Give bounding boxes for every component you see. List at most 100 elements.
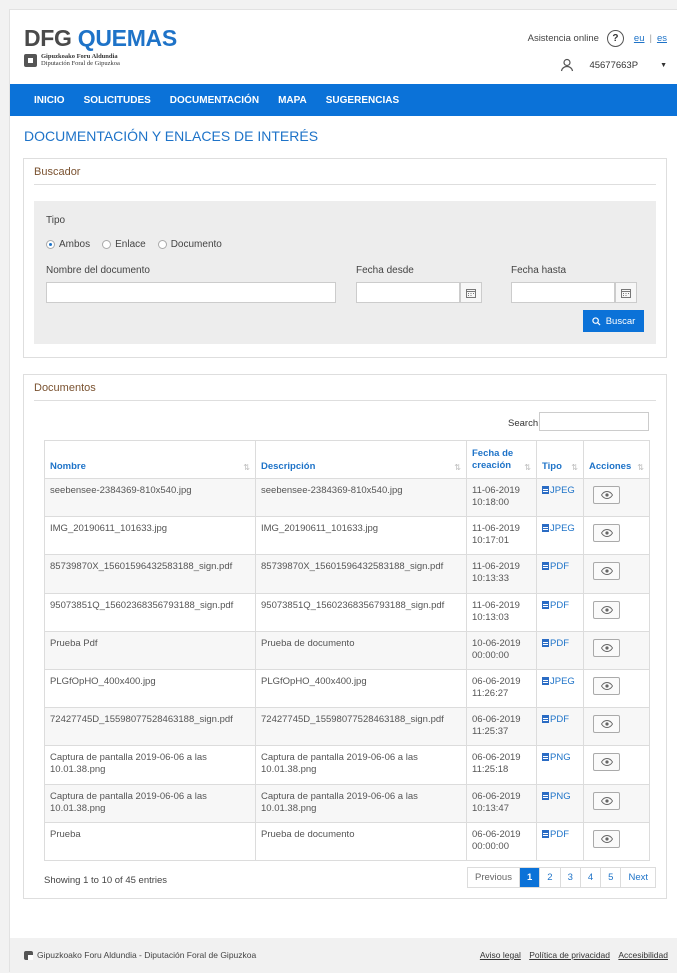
- file-icon: [542, 486, 549, 494]
- footer-org-name: Gipuzkoako Foru Aldundia - Diputación Fo…: [37, 950, 257, 960]
- tipo-radio-group: Ambos Enlace Documento: [46, 239, 234, 250]
- cell-fecha: 10-06-2019 00:00:00: [466, 630, 537, 670]
- calendar-icon[interactable]: [460, 282, 482, 303]
- file-icon: [542, 600, 549, 609]
- table-search-label: Search:: [508, 418, 541, 429]
- radio-enlace[interactable]: Enlace: [102, 239, 146, 250]
- pager-page-4[interactable]: 4: [579, 868, 600, 887]
- cell-fecha: 11-06-2019 10:13:33: [466, 554, 537, 594]
- table-search-input[interactable]: [539, 412, 649, 431]
- aviso-legal-link[interactable]: Aviso legal: [480, 950, 521, 960]
- divider: [34, 184, 656, 185]
- table-row: Prueba Prueba de documento 06-06-2019 00:00…: [44, 821, 650, 861]
- brand-logo[interactable]: DFG QUEMAS Gipuzkoako Foru Aldundia Dipu…: [24, 26, 177, 67]
- fecha-hasta-input[interactable]: [511, 282, 615, 303]
- footer-links: Aviso legal Política de privacidad Acces…: [474, 950, 668, 960]
- accesibilidad-link[interactable]: Accesibilidad: [618, 950, 668, 960]
- cell-tipo: PNG: [536, 783, 584, 823]
- cell-descripcion: 72427745D_15598077528463188_sign.pdf: [255, 707, 467, 747]
- cell-nombre: Captura de pantalla 2019-06-06 a las 10.…: [44, 745, 256, 785]
- cell-descripcion: 85739870X_15601596432583188_sign.pdf: [255, 554, 467, 594]
- eye-icon: [600, 643, 613, 652]
- buscar-button[interactable]: Buscar: [583, 310, 644, 332]
- search-icon: [592, 316, 601, 326]
- radio-unselected-icon[interactable]: [157, 240, 167, 249]
- brand-name: QUEMAS: [77, 25, 177, 51]
- table-row: PLGfOpHO_400x400.jpg PLGfOpHO_400x400.jpg…: [44, 668, 650, 709]
- cell-fecha: 06-06-2019 11:25:18: [466, 745, 537, 785]
- search-form: Tipo Ambos Enlace Documento Nombre del d…: [34, 201, 656, 344]
- cell-tipo: PDF: [536, 821, 584, 861]
- pager-previous[interactable]: Previous: [468, 868, 519, 887]
- radio-documento[interactable]: Documento: [157, 239, 222, 250]
- view-button[interactable]: [593, 676, 620, 695]
- privacidad-link[interactable]: Política de privacidad: [529, 950, 610, 960]
- radio-ambos[interactable]: Ambos: [46, 239, 90, 250]
- help-icon[interactable]: ?: [606, 30, 624, 47]
- radio-unselected-icon[interactable]: [102, 240, 112, 249]
- cell-nombre: 85739870X_15601596432583188_sign.pdf: [44, 554, 256, 594]
- pager-page-5[interactable]: 5: [600, 868, 620, 887]
- file-icon: [542, 753, 549, 762]
- cell-acciones: [583, 707, 650, 747]
- cell-descripcion: PLGfOpHO_400x400.jpg: [255, 668, 467, 709]
- nombre-label: Nombre del documento: [46, 265, 150, 276]
- eye-icon: [600, 605, 613, 614]
- table-row: 72427745D_15598077528463188_sign.pdf 7242…: [44, 707, 650, 747]
- col-descripcion[interactable]: Descripción ⇅: [255, 440, 467, 479]
- cell-nombre: IMG_20190611_101633.jpg: [44, 516, 256, 556]
- cell-acciones: [583, 783, 650, 823]
- view-button[interactable]: [593, 600, 620, 619]
- lang-es-link[interactable]: es: [657, 33, 667, 44]
- table-row: Captura de pantalla 2019-06-06 a las 10.…: [44, 745, 650, 785]
- view-button[interactable]: [593, 753, 620, 772]
- col-acciones[interactable]: Acciones ⇅: [583, 440, 650, 479]
- col-nombre[interactable]: Nombre ⇅: [44, 440, 256, 479]
- lang-eu-link[interactable]: eu: [634, 33, 645, 44]
- cell-fecha: 11-06-2019 10:17:01: [466, 516, 537, 556]
- pager-page-2[interactable]: 2: [539, 868, 559, 887]
- file-icon: [542, 715, 549, 724]
- cell-acciones: [583, 630, 650, 670]
- cell-descripcion: Prueba de documento: [255, 821, 467, 861]
- file-icon: [542, 562, 549, 571]
- view-button[interactable]: [593, 562, 620, 581]
- calendar-icon[interactable]: [615, 282, 637, 303]
- view-button[interactable]: [593, 715, 620, 734]
- nav-mapa[interactable]: MAPA: [278, 95, 307, 106]
- documents-table: Nombre ⇅ Descripción ⇅ Fecha de creación ⇅ …: [44, 440, 650, 861]
- eye-icon: [600, 529, 613, 538]
- radio-selected-icon[interactable]: [46, 240, 55, 249]
- page-title: DOCUMENTACIÓN Y ENLACES DE INTERÉS: [24, 128, 319, 144]
- cell-nombre: PLGfOpHO_400x400.jpg: [44, 668, 256, 709]
- pager-page-1[interactable]: 1: [518, 868, 540, 887]
- col-tipo[interactable]: Tipo ⇅: [536, 440, 584, 479]
- eye-icon: [600, 796, 613, 805]
- nombre-input[interactable]: [46, 282, 336, 303]
- cell-acciones: [583, 516, 650, 556]
- cell-descripcion: 95073851Q_15602368356793188_sign.pdf: [255, 592, 467, 632]
- table-row: Captura de pantalla 2019-06-06 a las 10.…: [44, 783, 650, 823]
- fecha-desde-input[interactable]: [356, 282, 460, 303]
- view-button[interactable]: [593, 524, 620, 543]
- view-button[interactable]: [593, 638, 620, 657]
- nav-inicio[interactable]: INICIO: [34, 95, 65, 106]
- documentos-title: Documentos: [34, 382, 96, 394]
- cell-tipo: PNG: [536, 745, 584, 785]
- user-menu[interactable]: 45677663P ▼: [559, 57, 667, 73]
- nav-sugerencias[interactable]: SUGERENCIAS: [326, 95, 399, 106]
- sort-icon: ⇅: [571, 463, 578, 472]
- cell-acciones: [583, 745, 650, 785]
- view-button[interactable]: [593, 486, 620, 504]
- view-button[interactable]: [593, 791, 620, 810]
- cell-fecha: 11-06-2019 10:13:03: [466, 592, 537, 632]
- file-icon: [542, 676, 549, 685]
- nav-documentacion[interactable]: DOCUMENTACIÓN: [170, 95, 259, 106]
- nav-solicitudes[interactable]: SOLICITUDES: [84, 95, 151, 106]
- assist-online-link[interactable]: Asistencia online: [528, 33, 599, 44]
- pager-next[interactable]: Next: [620, 868, 655, 887]
- pager-page-3[interactable]: 3: [559, 868, 580, 887]
- chevron-down-icon[interactable]: ▼: [660, 62, 667, 69]
- view-button[interactable]: [593, 829, 620, 848]
- col-fecha[interactable]: Fecha de creación ⇅: [466, 440, 537, 479]
